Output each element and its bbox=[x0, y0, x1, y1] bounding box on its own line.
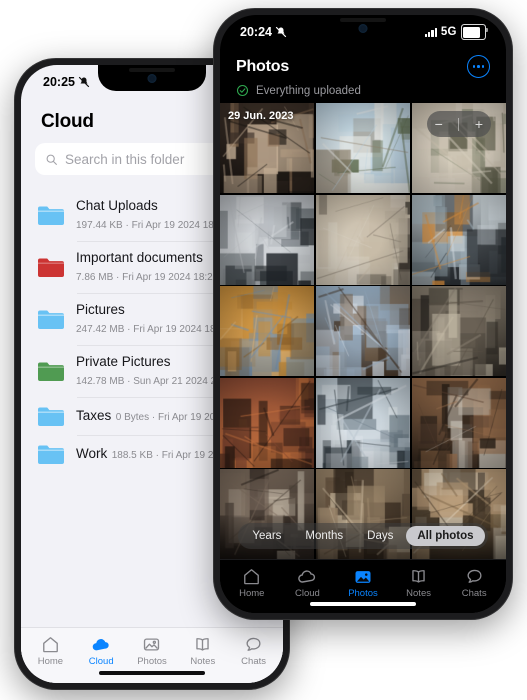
earpiece-speaker bbox=[340, 18, 386, 22]
ellipsis-circle-icon[interactable] bbox=[467, 55, 490, 78]
folder-name: Work bbox=[76, 446, 108, 461]
front-camera bbox=[358, 24, 368, 33]
photo-thumbnail[interactable] bbox=[315, 194, 411, 285]
chat-icon bbox=[244, 635, 264, 654]
folder-icon bbox=[37, 405, 65, 427]
photo-icon bbox=[353, 567, 373, 586]
photo-icon bbox=[142, 635, 162, 654]
segmented-control: Years Months Days All photos bbox=[238, 523, 488, 549]
cloud-icon bbox=[91, 635, 111, 654]
photo-thumbnail[interactable] bbox=[315, 377, 411, 468]
zoom-in-button[interactable]: + bbox=[475, 117, 483, 131]
tab-home[interactable]: Home bbox=[25, 635, 76, 667]
photo-thumbnail[interactable]: − + bbox=[411, 103, 506, 193]
photo-thumbnail[interactable] bbox=[220, 194, 315, 285]
tab-label: Cloud bbox=[294, 588, 320, 599]
tab-home[interactable]: Home bbox=[224, 567, 280, 599]
folder-meta: 7.86 MB · Fri Apr 19 2024 18:29:3 bbox=[76, 272, 227, 283]
photo-grid: 29 Jun. 2023 − + Years Months Days All p… bbox=[220, 103, 506, 559]
right-status-right: 5G bbox=[424, 24, 489, 40]
folder-name: Important documents bbox=[76, 250, 203, 265]
folder-icon bbox=[37, 204, 65, 226]
segment-months[interactable]: Months bbox=[294, 526, 354, 546]
left-status-left: 20:25 bbox=[43, 75, 90, 89]
cellular-bars-icon bbox=[424, 27, 437, 37]
folder-name: Chat Uploads bbox=[76, 198, 158, 213]
folder-meta: 247.42 MB · Fri Apr 19 2024 18:28 bbox=[76, 324, 230, 335]
search-placeholder-text: Search in this folder bbox=[65, 151, 185, 167]
date-badge: 29 Jun. 2023 bbox=[228, 110, 294, 122]
tab-notes[interactable]: Notes bbox=[391, 567, 447, 599]
tab-photos[interactable]: Photos bbox=[127, 635, 178, 667]
tab-label: Notes bbox=[406, 588, 431, 599]
photo-thumbnail[interactable] bbox=[411, 286, 506, 376]
photo-thumbnail[interactable] bbox=[315, 103, 411, 193]
front-camera bbox=[147, 74, 157, 83]
folder-icon bbox=[37, 443, 65, 465]
zoom-control[interactable]: − + bbox=[426, 111, 491, 137]
right-notch bbox=[307, 15, 419, 41]
search-icon bbox=[45, 153, 58, 166]
photo-thumbnail[interactable] bbox=[411, 194, 506, 285]
tab-label: Home bbox=[239, 588, 265, 599]
book-icon bbox=[409, 567, 429, 586]
timeline-filter-bar: Years Months Days All photos bbox=[220, 515, 506, 559]
segment-days[interactable]: Days bbox=[356, 526, 404, 546]
photo-thumbnail[interactable] bbox=[220, 377, 315, 468]
screenshot-stage: 20:25 Cloud Search in this folder Chat U… bbox=[0, 0, 527, 700]
tab-label: Chats bbox=[461, 588, 487, 599]
folder-icon bbox=[37, 308, 65, 330]
tab-label: Photos bbox=[137, 656, 167, 667]
battery-icon bbox=[460, 24, 489, 40]
right-screen: 20:24 5G Photos Everything uploaded 29 J… bbox=[220, 15, 506, 613]
chat-icon bbox=[464, 567, 484, 586]
photo-thumbnail[interactable] bbox=[411, 377, 506, 468]
folder-meta: 142.78 MB · Sun Apr 21 2024 20:1 bbox=[76, 376, 230, 387]
tab-cloud[interactable]: Cloud bbox=[76, 635, 127, 667]
tab-cloud[interactable]: Cloud bbox=[280, 567, 336, 599]
folder-icon bbox=[37, 256, 65, 278]
bell-slash-icon bbox=[275, 26, 287, 38]
photo-thumbnail[interactable] bbox=[315, 286, 411, 376]
right-status-time: 20:24 bbox=[240, 25, 272, 39]
book-icon bbox=[193, 635, 213, 654]
tab-chats[interactable]: Chats bbox=[446, 567, 502, 599]
photo-thumbnail[interactable]: 29 Jun. 2023 bbox=[220, 103, 315, 193]
cloud-icon bbox=[297, 567, 317, 586]
home-icon bbox=[242, 567, 262, 586]
photo-thumbnail[interactable] bbox=[220, 286, 315, 376]
tab-notes[interactable]: Notes bbox=[177, 635, 228, 667]
tab-label: Home bbox=[37, 656, 64, 667]
tab-label: Notes bbox=[190, 656, 216, 667]
right-status-left: 20:24 bbox=[240, 25, 287, 39]
phone-right-photos: 20:24 5G Photos Everything uploaded 29 J… bbox=[213, 8, 513, 620]
folder-name: Taxes bbox=[76, 408, 112, 423]
zoom-out-button[interactable]: − bbox=[435, 117, 443, 131]
photos-screen-body: Photos Everything uploaded 29 Jun. 2023 … bbox=[220, 49, 506, 613]
left-status-time: 20:25 bbox=[43, 75, 75, 89]
folder-meta: 197.44 KB · Fri Apr 19 2024 18:58 bbox=[76, 220, 228, 231]
folder-name: Private Pictures bbox=[76, 354, 171, 369]
tab-chats[interactable]: Chats bbox=[228, 635, 279, 667]
folder-name: Pictures bbox=[76, 302, 125, 317]
earpiece-speaker bbox=[129, 68, 175, 72]
home-icon bbox=[40, 635, 60, 654]
home-indicator bbox=[310, 602, 416, 606]
segment-years[interactable]: Years bbox=[241, 526, 292, 546]
bell-slash-icon bbox=[78, 76, 90, 88]
left-notch bbox=[98, 65, 206, 91]
tab-label: Photos bbox=[348, 588, 378, 599]
tab-label: Chats bbox=[241, 656, 266, 667]
zoom-divider bbox=[458, 117, 460, 131]
tab-photos[interactable]: Photos bbox=[335, 567, 391, 599]
network-type-label: 5G bbox=[440, 26, 457, 38]
tab-label: Cloud bbox=[88, 656, 114, 667]
folder-icon bbox=[37, 360, 65, 382]
segment-all-photos[interactable]: All photos bbox=[406, 526, 485, 546]
home-indicator bbox=[99, 671, 205, 675]
